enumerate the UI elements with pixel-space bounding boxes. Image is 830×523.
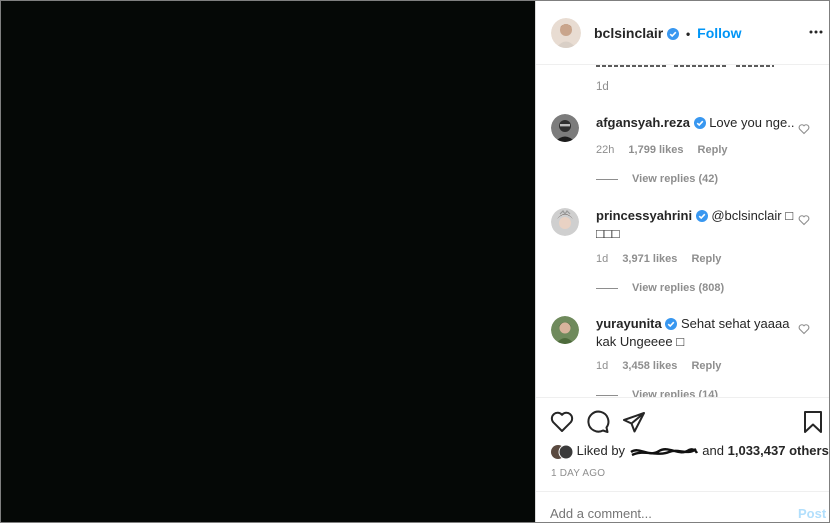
author-avatar[interactable]	[551, 18, 581, 48]
view-replies-button[interactable]: View replies (42)	[596, 173, 718, 185]
comment-username[interactable]: yurayunita	[596, 316, 662, 331]
follow-button[interactable]: Follow	[697, 25, 741, 41]
comment-text: yurayunita Sehat sehat yaaaa kak Ungeeee…	[596, 315, 796, 351]
view-replies-label: View replies (42)	[632, 173, 719, 185]
post-date: 1 DAY AGO	[551, 468, 606, 479]
comment-time: 1d	[596, 360, 609, 372]
reply-button[interactable]: Reply	[691, 360, 721, 372]
verified-badge-icon	[667, 28, 680, 40]
comment-time: 22h	[596, 144, 615, 156]
post-side-panel: bclsinclair • Follow 1d afgansyah.reza L…	[535, 1, 829, 522]
view-replies-label: View replies (14)	[632, 389, 719, 397]
view-replies-divider	[596, 394, 618, 396]
verified-badge-icon	[695, 210, 708, 222]
view-replies-button[interactable]: View replies (14)	[596, 389, 718, 397]
comment-likes[interactable]: 3,971 likes	[622, 253, 677, 265]
post-media[interactable]	[1, 1, 535, 522]
comment-body: Love you nge..	[709, 115, 795, 130]
reply-button[interactable]: Reply	[698, 144, 728, 156]
commenter-avatar[interactable]	[551, 208, 579, 236]
author-username[interactable]: bclsinclair	[594, 25, 663, 41]
more-options-icon[interactable]	[808, 24, 824, 40]
add-comment-input[interactable]	[550, 506, 770, 521]
instagram-post-window: bclsinclair • Follow 1d afgansyah.reza L…	[0, 0, 830, 523]
author-line: bclsinclair • Follow	[594, 25, 741, 41]
comment-text: afgansyah.reza Love you nge..	[596, 114, 796, 132]
share-icon[interactable]	[622, 410, 646, 434]
previous-comment-time: 1d	[596, 81, 609, 93]
like-comment-heart-icon[interactable]	[798, 323, 810, 335]
bookmark-icon[interactable]	[801, 410, 825, 434]
comment-text: princessyahrini @bclsinclair □ □□□	[596, 207, 796, 243]
like-comment-heart-icon[interactable]	[798, 123, 810, 135]
commenter-avatar[interactable]	[551, 114, 579, 142]
separator-dot: •	[686, 27, 691, 41]
comment-meta: 22h 1,799 likes Reply	[596, 144, 739, 156]
view-replies-button[interactable]: View replies (808)	[596, 282, 724, 294]
clipped-previous-comment	[596, 65, 776, 71]
liker-avatars-icon	[551, 444, 573, 460]
reply-button[interactable]: Reply	[691, 253, 721, 265]
post-header: bclsinclair • Follow	[536, 1, 829, 65]
liked-by-prefix: Liked by	[576, 443, 626, 458]
post-comment-button[interactable]: Post	[798, 506, 826, 521]
comments-list[interactable]: 1d afgansyah.reza Love you nge.. 22h 1,7…	[536, 65, 829, 397]
view-replies-label: View replies (808)	[632, 282, 725, 294]
post-actions-bar	[536, 397, 829, 442]
commenter-avatar[interactable]	[551, 316, 579, 344]
heart-icon[interactable]	[550, 410, 574, 434]
comment-username[interactable]: princessyahrini	[596, 208, 692, 223]
comment-likes[interactable]: 1,799 likes	[628, 144, 683, 156]
liked-by-count[interactable]: 1,033,437 others	[728, 443, 829, 458]
comment-time: 1d	[596, 253, 609, 265]
liked-by-connector: and	[702, 443, 724, 458]
likes-summary[interactable]: Liked by and 1,033,437 others	[551, 443, 829, 460]
comment-icon[interactable]	[586, 410, 610, 434]
comment-meta: 1d 3,971 likes Reply	[596, 253, 732, 265]
like-comment-heart-icon[interactable]	[798, 214, 810, 226]
view-replies-divider	[596, 178, 618, 180]
verified-badge-icon	[665, 318, 678, 330]
view-replies-divider	[596, 287, 618, 289]
comment-likes[interactable]: 3,458 likes	[622, 360, 677, 372]
redacted-username-scribble	[629, 447, 698, 456]
verified-badge-icon	[693, 117, 706, 129]
comment-meta: 1d 3,458 likes Reply	[596, 360, 732, 372]
comment-username[interactable]: afgansyah.reza	[596, 115, 690, 130]
add-comment-bar: Post	[536, 491, 829, 522]
